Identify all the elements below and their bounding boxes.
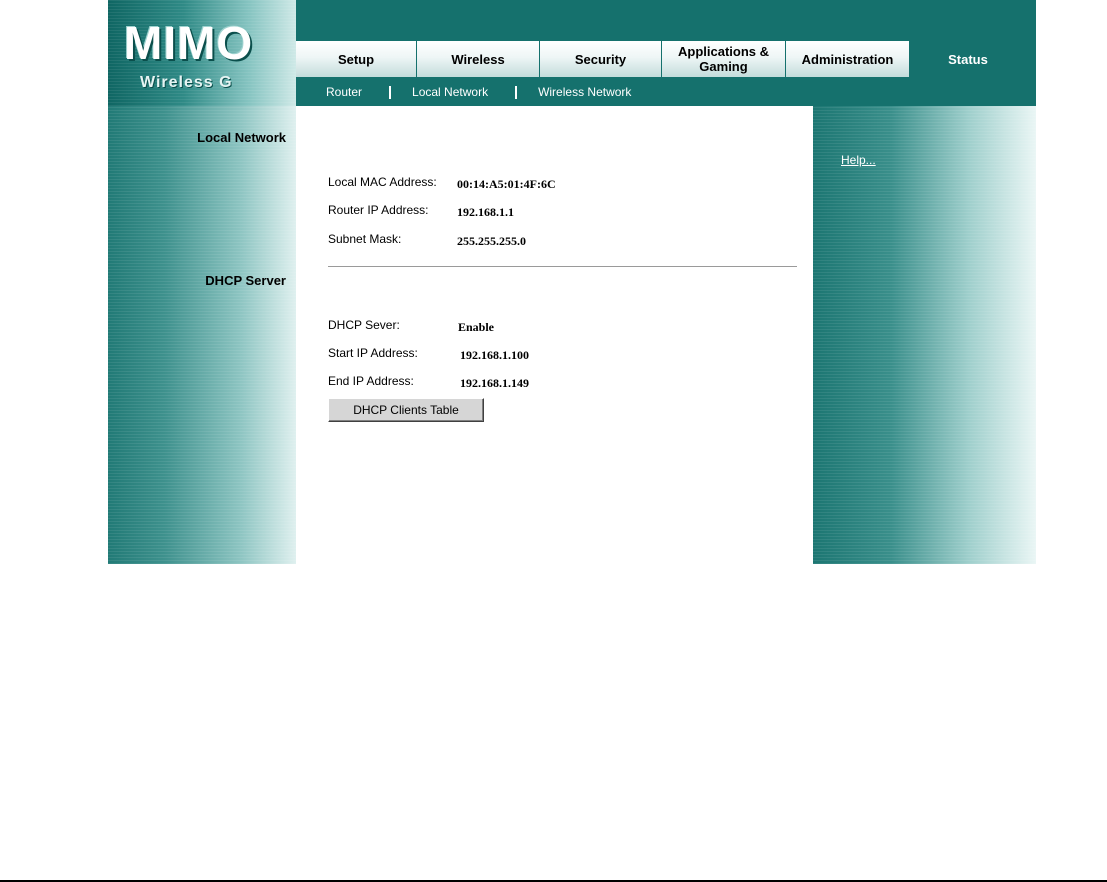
end-ip-value: 192.168.1.149	[460, 376, 529, 390]
end-ip-label: End IP Address:	[328, 374, 414, 388]
subnet-mask-value: 255.255.255.0	[457, 234, 526, 248]
tab-security[interactable]: Security	[540, 41, 662, 77]
router-ip-value: 192.168.1.1	[457, 205, 514, 219]
subnav-separator	[389, 85, 392, 99]
subnet-mask-label: Subnet Mask:	[328, 232, 402, 246]
start-ip-label: Start IP Address:	[328, 346, 418, 360]
local-mac-value: 00:14:A5:01:4F:6C	[457, 177, 556, 191]
section-title-local-network: Local Network	[197, 130, 286, 145]
mimo-logo: MIMO Wireless G	[108, 0, 296, 106]
main-tabs: Setup Wireless Security Applications & G…	[296, 41, 1026, 77]
dhcp-server-value: Enable	[458, 320, 495, 334]
dhcp-clients-table-button[interactable]: DHCP Clients Table	[328, 398, 484, 422]
status-subnav: Router Local Network Wireless Network	[326, 85, 631, 99]
header-bar: MIMO Wireless G Setup Wireless Security …	[108, 0, 1036, 106]
left-sidebar: Local Network DHCP Server	[108, 106, 296, 564]
subnav-local-network[interactable]: Local Network	[412, 85, 488, 99]
logo-subtitle: Wireless G	[140, 74, 233, 91]
tab-administration[interactable]: Administration	[786, 41, 910, 77]
logo-title: MIMO	[124, 17, 254, 69]
subnav-wireless-network[interactable]: Wireless Network	[538, 85, 631, 99]
local-mac-label: Local MAC Address:	[328, 175, 437, 189]
router-ip-label: Router IP Address:	[328, 203, 429, 217]
help-link[interactable]: Help...	[841, 153, 876, 167]
section-divider	[328, 266, 797, 267]
tab-status[interactable]: Status	[910, 41, 1026, 77]
right-help-column: Help...	[813, 106, 1036, 564]
main-content: Local MAC Address: 00:14:A5:01:4F:6C Rou…	[296, 106, 813, 564]
tab-wireless[interactable]: Wireless	[417, 41, 540, 77]
subnav-router[interactable]: Router	[326, 85, 362, 99]
tab-applications-gaming[interactable]: Applications & Gaming	[662, 41, 786, 77]
router-admin-frame: MIMO Wireless G Setup Wireless Security …	[108, 0, 1036, 564]
subnav-separator	[515, 85, 518, 99]
start-ip-value: 192.168.1.100	[460, 348, 529, 362]
section-title-dhcp-server: DHCP Server	[205, 273, 286, 288]
tab-setup[interactable]: Setup	[296, 41, 417, 77]
dhcp-server-label: DHCP Sever:	[328, 318, 400, 332]
